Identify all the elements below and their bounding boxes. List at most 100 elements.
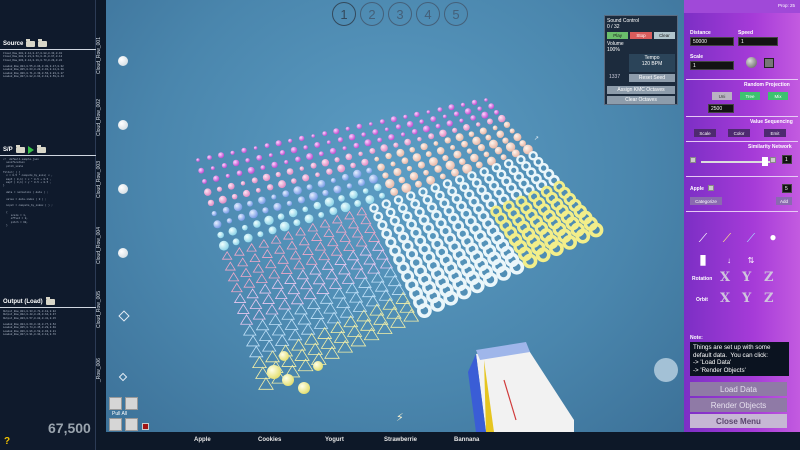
tempo-control[interactable]: Tempo 120 BPM: [629, 54, 675, 72]
data-pyramid[interactable]: [338, 264, 351, 275]
data-sphere[interactable]: [450, 144, 456, 150]
data-sphere[interactable]: [362, 188, 369, 194]
play-button[interactable]: Play: [607, 32, 629, 39]
data-pyramid[interactable]: [289, 250, 302, 260]
data-sphere[interactable]: [412, 153, 422, 162]
data-sphere[interactable]: [426, 175, 436, 185]
data-sphere[interactable]: [322, 131, 328, 137]
data-torus[interactable]: [447, 186, 458, 197]
projection-tree-button[interactable]: Tree: [740, 92, 760, 100]
data-pyramid[interactable]: [271, 324, 286, 336]
data-sphere[interactable]: [231, 193, 238, 200]
data-sphere[interactable]: [198, 167, 205, 174]
data-sphere[interactable]: [466, 148, 473, 154]
data-pyramid[interactable]: [330, 245, 343, 256]
data-sphere[interactable]: [218, 195, 227, 204]
data-sphere[interactable]: [423, 169, 429, 176]
pull-square[interactable]: [109, 397, 122, 410]
data-pyramid[interactable]: [224, 261, 236, 271]
data-sphere[interactable]: [247, 200, 253, 207]
data-pyramid[interactable]: [249, 298, 263, 309]
data-sphere[interactable]: [330, 178, 336, 184]
data-torus[interactable]: [381, 199, 392, 209]
cloud-row-label[interactable]: Cloud_Row_002: [96, 98, 106, 138]
distance-input[interactable]: 50000: [690, 37, 734, 46]
data-sphere[interactable]: [366, 167, 373, 174]
data-sphere[interactable]: [313, 361, 323, 371]
data-sphere[interactable]: [498, 114, 506, 123]
data-sphere[interactable]: [502, 137, 509, 144]
data-sphere[interactable]: [213, 175, 220, 182]
data-sphere[interactable]: [258, 196, 266, 205]
orbit-y-icon[interactable]: Y: [742, 291, 751, 306]
data-pyramid[interactable]: [237, 257, 249, 267]
data-pyramid[interactable]: [284, 318, 299, 330]
data-sphere[interactable]: [240, 181, 246, 186]
help-icon[interactable]: ?: [4, 436, 10, 447]
data-sphere[interactable]: [338, 195, 345, 202]
data-sphere[interactable]: [324, 197, 335, 207]
data-torus[interactable]: [416, 303, 432, 318]
data-sphere[interactable]: [253, 220, 261, 228]
data-pyramid[interactable]: [300, 322, 316, 335]
arrow-down-icon[interactable]: ↓: [720, 251, 738, 269]
data-sphere[interactable]: [472, 136, 481, 146]
data-sphere[interactable]: [406, 165, 413, 172]
data-sphere[interactable]: [251, 177, 258, 184]
data-sphere[interactable]: [481, 111, 489, 119]
data-torus[interactable]: [496, 265, 511, 281]
data-cloud[interactable]: ⚡ ↗: [106, 0, 684, 432]
projection-mix-button[interactable]: Mix: [768, 92, 788, 100]
data-torus[interactable]: [443, 290, 459, 306]
data-sphere[interactable]: [271, 194, 277, 200]
data-pyramid[interactable]: [361, 285, 377, 298]
data-pyramid[interactable]: [336, 296, 351, 309]
similarity-value-input[interactable]: 1: [782, 155, 792, 164]
data-pyramid[interactable]: [364, 223, 376, 233]
data-sphere[interactable]: [340, 202, 351, 213]
red-wand-icon[interactable]: ⟋: [694, 229, 712, 247]
data-pyramid[interactable]: [334, 255, 347, 265]
data-pyramid[interactable]: [310, 307, 325, 319]
orbit-x-icon[interactable]: X: [720, 291, 730, 306]
add-button[interactable]: Add: [776, 197, 792, 205]
data-pyramid[interactable]: [246, 242, 257, 252]
orbit-z-icon[interactable]: Z: [764, 291, 774, 306]
data-sphere[interactable]: [216, 186, 223, 192]
data-sphere[interactable]: [451, 168, 459, 177]
assign-octaves-button[interactable]: Assign KMC Octaves: [607, 86, 675, 94]
pull-square[interactable]: [125, 397, 138, 410]
data-torus[interactable]: [456, 284, 472, 300]
cloud-row-label[interactable]: Cloud_Row_005: [96, 290, 106, 330]
data-sphere[interactable]: [489, 139, 498, 149]
data-pyramid[interactable]: [312, 273, 326, 285]
data-sphere[interactable]: [513, 133, 522, 142]
data-sphere[interactable]: [353, 142, 360, 149]
data-torus[interactable]: [381, 228, 393, 240]
data-sphere[interactable]: [509, 128, 515, 134]
categorize-button[interactable]: Categorize: [690, 197, 722, 205]
data-pyramid[interactable]: [234, 247, 245, 256]
data-sphere[interactable]: [471, 99, 478, 106]
data-sphere[interactable]: [369, 147, 376, 154]
data-sphere[interactable]: [409, 146, 415, 153]
data-sphere[interactable]: [228, 227, 237, 236]
data-sphere[interactable]: [417, 161, 425, 169]
data-pyramid[interactable]: [221, 251, 233, 260]
cloud-row-label[interactable]: Cloud_Row_004: [96, 226, 106, 266]
data-pyramid[interactable]: [255, 319, 270, 331]
data-pyramid[interactable]: [327, 236, 339, 247]
data-pyramid[interactable]: [302, 245, 314, 255]
data-pyramid[interactable]: [326, 311, 342, 324]
data-pyramid[interactable]: [230, 282, 243, 293]
3d-viewport[interactable]: 1 2 3 4 5 ⚡ ↗ Sound Control 0 / 32 Play …: [106, 0, 684, 432]
data-pyramid[interactable]: [294, 303, 308, 315]
data-torus[interactable]: [405, 191, 416, 201]
data-pyramid[interactable]: [274, 244, 286, 254]
data-pyramid[interactable]: [313, 317, 329, 329]
clear-button[interactable]: Clear: [653, 32, 675, 39]
data-sphere[interactable]: [321, 159, 330, 167]
data-pyramid[interactable]: [271, 278, 284, 289]
data-sphere[interactable]: [429, 157, 438, 166]
data-sphere[interactable]: [353, 169, 362, 179]
